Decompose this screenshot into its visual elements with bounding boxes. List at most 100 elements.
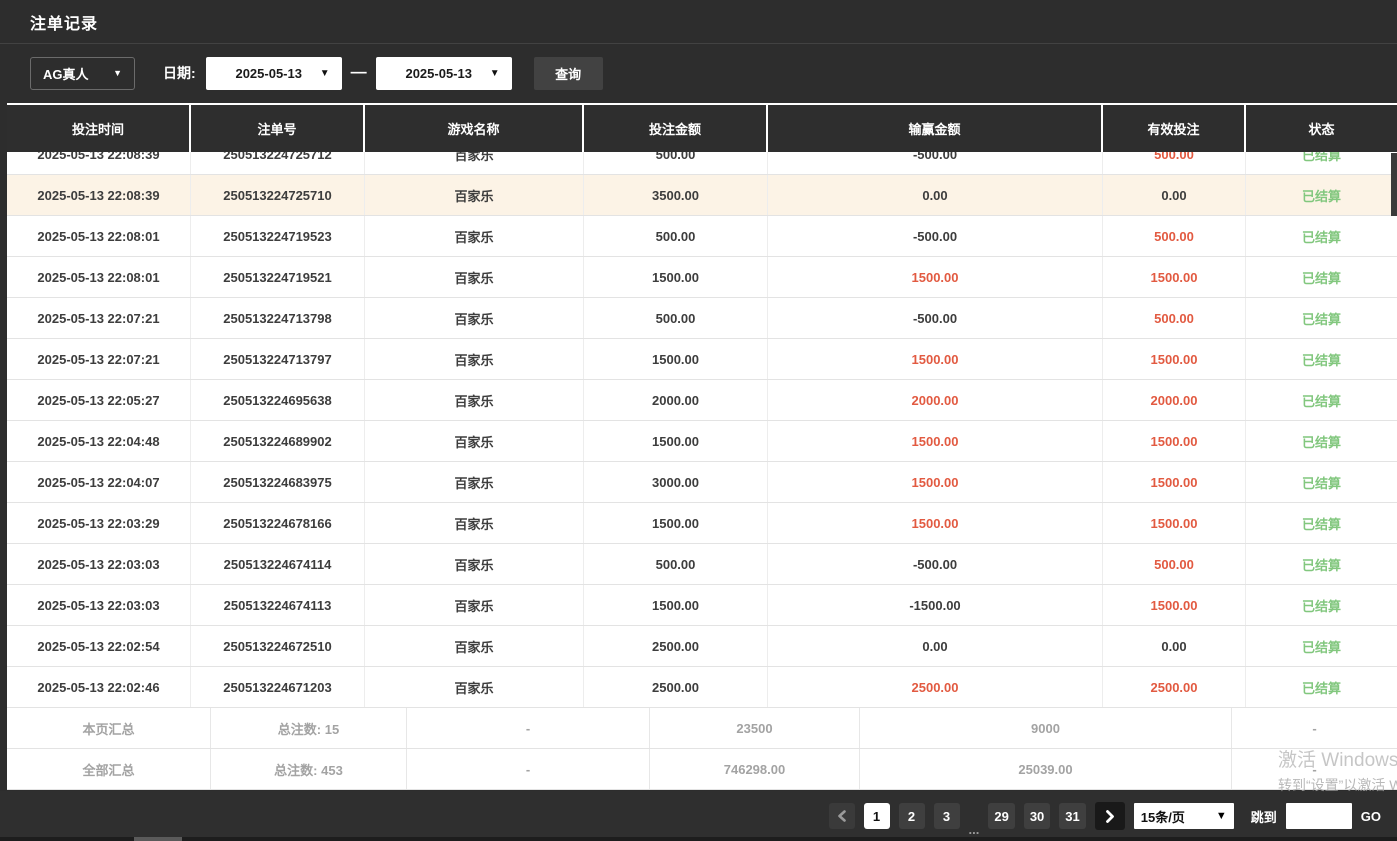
cell-valid_bet: 2000.00 xyxy=(1103,380,1246,420)
summary-game: - xyxy=(407,708,650,748)
cell-valid_bet: 500.00 xyxy=(1103,152,1246,174)
date-range-separator: — xyxy=(351,64,367,82)
cell-bet_amount: 2500.00 xyxy=(584,626,768,666)
cell-valid_bet: 1500.00 xyxy=(1103,421,1246,461)
cell-status: 已结算 xyxy=(1246,380,1397,420)
game-type-select[interactable]: AG真人 ▼ xyxy=(30,57,135,90)
cell-win_loss: 1500.00 xyxy=(768,421,1103,461)
column-header-4: 投注金额 xyxy=(584,105,768,152)
page-button-31[interactable]: 31 xyxy=(1059,803,1085,829)
date-to-value: 2025-05-13 xyxy=(388,66,490,81)
cell-order_no: 250513224719521 xyxy=(191,257,365,297)
cell-order_no: 250513224725712 xyxy=(191,152,365,174)
cell-order_no: 250513224719523 xyxy=(191,216,365,256)
cell-game: 百家乐 xyxy=(365,216,584,256)
cell-bet_amount: 500.00 xyxy=(584,298,768,338)
cell-game: 百家乐 xyxy=(365,175,584,215)
page-size-select[interactable]: 15条/页 ▼ xyxy=(1134,803,1234,829)
column-header-6: 有效投注 xyxy=(1103,105,1246,152)
date-from-select[interactable]: 2025-05-13 ▼ xyxy=(206,57,342,90)
chevron-down-icon: ▼ xyxy=(490,68,500,79)
cell-status: 已结算 xyxy=(1246,544,1397,584)
table-row: 2025-05-13 22:03:03250513224674114百家乐500… xyxy=(7,544,1397,585)
table-row: 2025-05-13 22:08:39250513224725712百家乐 500… xyxy=(7,152,1397,175)
cell-game: 百家乐 xyxy=(365,503,584,543)
table-row: 2025-05-13 22:03:29250513224678166百家乐150… xyxy=(7,503,1397,544)
summary-row: 全部汇总总注数: 453-746298.0025039.00- xyxy=(7,749,1397,790)
cell-time: 2025-05-13 22:03:29 xyxy=(7,503,191,543)
chevron-right-icon xyxy=(1105,810,1115,823)
cell-time: 2025-05-13 22:02:46 xyxy=(7,667,191,707)
jump-page-input[interactable] xyxy=(1286,803,1352,829)
summary-win_total: 25039.00 xyxy=(860,749,1232,789)
cell-time: 2025-05-13 22:07:21 xyxy=(7,298,191,338)
page-button-3[interactable]: 3 xyxy=(934,803,960,829)
summary-section: 本页汇总总注数: 15-235009000-全部汇总总注数: 453-74629… xyxy=(7,708,1397,790)
cell-game: 百家乐 xyxy=(365,152,584,174)
go-button[interactable]: GO xyxy=(1361,809,1381,824)
game-type-value: AG真人 xyxy=(43,64,89,83)
cell-bet_amount: 2000.00 xyxy=(584,380,768,420)
cell-game: 百家乐 xyxy=(365,626,584,666)
chevron-down-icon: ▼ xyxy=(320,68,330,79)
cell-game: 百家乐 xyxy=(365,421,584,461)
title-bar: 注单记录 xyxy=(0,0,1397,44)
cell-valid_bet: 500.00 xyxy=(1103,298,1246,338)
cell-time: 2025-05-13 22:03:03 xyxy=(7,544,191,584)
table-row: 2025-05-13 22:07:21250513224713798百家乐500… xyxy=(7,298,1397,339)
summary-game: - xyxy=(407,749,650,789)
cell-win_loss: 1500.00 xyxy=(768,339,1103,379)
query-button[interactable]: 查询 xyxy=(534,57,603,90)
cell-order_no: 250513224689902 xyxy=(191,421,365,461)
page-button-2[interactable]: 2 xyxy=(899,803,925,829)
cell-time: 2025-05-13 22:08:01 xyxy=(7,216,191,256)
cell-valid_bet: 500.00 xyxy=(1103,544,1246,584)
date-to-select[interactable]: 2025-05-13 ▼ xyxy=(376,57,512,90)
cell-bet_amount: 500.00 xyxy=(584,544,768,584)
cell-valid_bet: 0.00 xyxy=(1103,175,1246,215)
jump-to-label: 跳到 xyxy=(1251,807,1277,826)
cell-status: 已结算 xyxy=(1246,626,1397,666)
footer-bar: 123 ... 293031 15条/页 ▼ 跳到 GO xyxy=(0,791,1397,841)
cell-status: 已结算 xyxy=(1246,585,1397,625)
cell-status: 已结算 xyxy=(1246,257,1397,297)
column-header-3: 游戏名称 xyxy=(365,105,584,152)
next-page-button[interactable] xyxy=(1095,802,1125,830)
cell-win_loss: 0.00 xyxy=(768,175,1103,215)
cell-order_no: 250513224672510 xyxy=(191,626,365,666)
cell-time: 2025-05-13 22:07:21 xyxy=(7,339,191,379)
cell-bet_amount: 1500.00 xyxy=(584,257,768,297)
dropdown-arrow-icon: ▼ xyxy=(1216,810,1227,822)
horizontal-scrollbar-thumb[interactable] xyxy=(134,837,182,841)
cell-valid_bet: 1500.00 xyxy=(1103,462,1246,502)
cell-game: 百家乐 xyxy=(365,462,584,502)
cell-order_no: 250513224674114 xyxy=(191,544,365,584)
filter-bar: AG真人 ▼ 日期: 2025-05-13 ▼ — 2025-05-13 ▼ 查… xyxy=(0,44,1397,102)
summary-count: 总注数: 15 xyxy=(211,708,407,748)
cell-time: 2025-05-13 22:04:48 xyxy=(7,421,191,461)
cell-bet_amount: 1500.00 xyxy=(584,421,768,461)
page-button-30[interactable]: 30 xyxy=(1024,803,1050,829)
table-row: 2025-05-13 22:02:46250513224671203百家乐250… xyxy=(7,667,1397,708)
page-size-value: 15条/页 xyxy=(1141,807,1185,826)
cell-win_loss: 0.00 xyxy=(768,626,1103,666)
cell-status: 已结算 xyxy=(1246,503,1397,543)
cell-win_loss: -1500.00 xyxy=(768,585,1103,625)
vertical-scrollbar-thumb[interactable] xyxy=(1391,153,1397,216)
table-row: 2025-05-13 22:08:01250513224719523百家乐500… xyxy=(7,216,1397,257)
cell-status: 已结算 xyxy=(1246,152,1397,174)
table-row: 2025-05-13 22:04:07250513224683975百家乐300… xyxy=(7,462,1397,503)
prev-page-button[interactable] xyxy=(829,803,855,829)
cell-game: 百家乐 xyxy=(365,585,584,625)
cell-win_loss: 1500.00 xyxy=(768,503,1103,543)
cell-time: 2025-05-13 22:08:39 xyxy=(7,152,191,174)
cell-valid_bet: 1500.00 xyxy=(1103,339,1246,379)
page-button-29[interactable]: 29 xyxy=(988,803,1014,829)
page-button-1[interactable]: 1 xyxy=(864,803,890,829)
cell-win_loss: 2000.00 xyxy=(768,380,1103,420)
cell-status: 已结算 xyxy=(1246,216,1397,256)
horizontal-scrollbar[interactable] xyxy=(0,837,1397,841)
table-body: 2025-05-13 22:08:39250513224725712百家乐500… xyxy=(7,152,1397,708)
cell-valid_bet: 1500.00 xyxy=(1103,585,1246,625)
summary-win_total: 9000 xyxy=(860,708,1232,748)
